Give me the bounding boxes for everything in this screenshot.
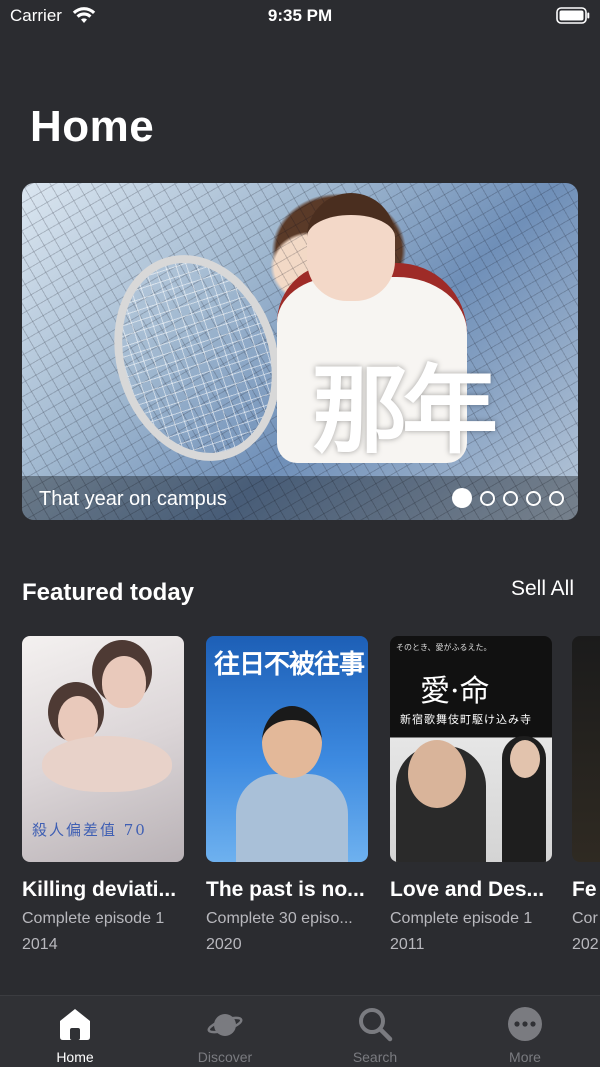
card-year: 202 [572,936,599,953]
planet-icon [207,1014,243,1036]
tab-search[interactable]: Search [300,996,450,1067]
card-year: 2011 [390,936,425,953]
card-title: Fe [572,878,597,901]
card-title: The past is no... [206,878,365,901]
home-icon [60,1009,90,1040]
poster-title-text: 愛·命 [420,674,490,709]
hero-face-graphic [307,193,395,301]
page-dot-2[interactable] [480,490,495,506]
card-subtitle: Complete episode 1 [390,910,533,927]
status-time: 9:35 PM [267,6,333,25]
page-indicator[interactable] [452,488,564,508]
hero-banner[interactable]: 那年 That year on campus [22,183,578,520]
page-dot-4[interactable] [526,490,541,506]
status-bar: Carrier 9:35 PM [0,0,600,34]
tab-discover-label: Discover [197,1049,253,1065]
tab-bar: Home Discover Search More [0,995,600,1067]
tab-home-label: Home [56,1049,94,1065]
page-dot-3[interactable] [503,490,518,506]
see-all-button[interactable]: Sell All [511,577,574,601]
card-subtitle: Complete 30 episo... [206,910,353,927]
featured-card[interactable]: Fe Cor 202 [572,636,600,954]
tab-more[interactable]: More [450,996,600,1067]
poster-image [572,636,600,862]
page-dot-5[interactable] [549,490,564,506]
featured-card[interactable]: 往日不被往事 The past is no... Complete 30 epi… [206,636,368,954]
poster-title-text: 殺人偏差值 70 [32,821,147,839]
card-subtitle: Complete episode 1 [22,910,165,927]
section-title: Featured today [22,579,195,606]
more-icon [508,1007,542,1041]
page-title: Home [30,102,155,151]
featured-card[interactable]: そのとき、愛がふるえた。 愛·命 新宿歌舞伎町駆け込み寺 Love and De… [390,636,552,954]
poster-image: 殺人偏差值 70 [22,636,184,862]
card-title: Love and Des... [390,878,545,901]
battery-icon [556,7,590,24]
tab-discover[interactable]: Discover [150,996,300,1067]
poster-image: 往日不被往事 [206,636,368,862]
card-subtitle: Cor [572,910,598,927]
poster-tagline: そのとき、愛がふるえた。 [396,643,492,652]
page-dot-1[interactable] [452,488,472,508]
card-year: 2020 [206,936,242,953]
search-icon [359,1008,393,1042]
featured-card[interactable]: 殺人偏差值 70 Killing deviati... Complete epi… [22,636,184,954]
poster-subtitle-text: 新宿歌舞伎町駆け込み寺 [400,714,532,726]
poster-title-text: 往日不被往事 [214,650,365,680]
featured-carousel[interactable]: 殺人偏差值 70 Killing deviati... Complete epi… [22,636,600,966]
card-year: 2014 [22,936,58,953]
tab-more-label: More [509,1049,541,1065]
card-title: Killing deviati... [22,878,177,901]
tab-search-label: Search [352,1049,398,1065]
hero-calligraphy: 那年 [312,354,498,467]
hero-caption: That year on campus [39,488,227,510]
tab-home[interactable]: Home [0,996,150,1067]
poster-image: そのとき、愛がふるえた。 愛·命 新宿歌舞伎町駆け込み寺 [390,636,552,862]
